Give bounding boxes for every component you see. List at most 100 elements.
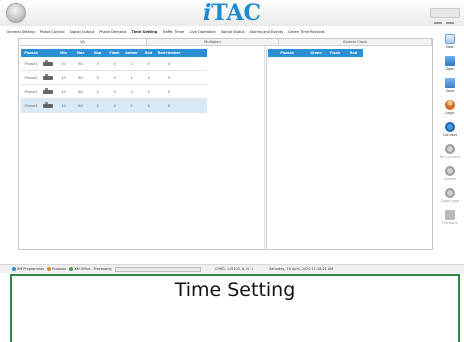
office-icon: [69, 266, 74, 271]
status-bar: XM Programmer Rudasar XM Office Processi…: [0, 264, 464, 273]
vehicle-icon: [43, 73, 53, 80]
sidebar-label: Firmware: [442, 221, 458, 225]
processing-progress-bar: [114, 266, 201, 272]
menu-item-traffic-timer[interactable]: Traffic Timer: [160, 27, 187, 37]
col-red-amber: Red+Amber: [157, 51, 181, 55]
table-row[interactable]: Phase3 10 60 3 3 3 3 0: [21, 85, 207, 99]
table-row[interactable]: Phase2 10 60 3 3 1 3 0: [21, 71, 207, 85]
pedestrian-icon: [41, 99, 55, 112]
table-row[interactable]: Phase4 10 60 3 3 2 3 0: [21, 99, 207, 113]
menu-item-signal-output[interactable]: Signal Output: [67, 27, 97, 37]
amber-cell[interactable]: 1: [123, 71, 140, 84]
min-cell[interactable]: 10: [55, 85, 72, 98]
red-cell[interactable]: 3: [140, 85, 157, 98]
sidebar-label: Open: [445, 67, 455, 71]
menu-item-time-setting[interactable]: Time Setting: [129, 27, 160, 37]
status-port: COM3, 115200, 8, N, 1: [214, 266, 254, 271]
min-cell[interactable]: 10: [55, 99, 72, 112]
max-cell[interactable]: 60: [72, 85, 89, 98]
max-cell[interactable]: 60: [72, 99, 89, 112]
red-amber-cell[interactable]: 0: [157, 85, 181, 98]
min-cell[interactable]: 10: [55, 71, 72, 84]
phase-name-cell: Phase3: [24, 90, 38, 94]
tab-multiplan[interactable]: Multiplan: [147, 39, 279, 46]
open-button[interactable]: Open: [437, 54, 463, 76]
min-cell[interactable]: 10: [55, 57, 72, 70]
save-icon: [445, 78, 455, 88]
sidebar-label: New: [446, 45, 454, 49]
action-sidebar: New Open Save Login Connect Dis Connect Update…: [437, 32, 463, 264]
amber-cell[interactable]: 3: [123, 85, 140, 98]
rcol-phases: Phases: [280, 51, 294, 55]
menu-item-phase-control[interactable]: Phase Control: [37, 27, 67, 37]
app-title-rest: TAC: [211, 0, 262, 26]
pedestrian-icon: [41, 57, 55, 70]
programmer-icon: [12, 266, 16, 271]
dis-connect-button[interactable]: Dis Connect: [437, 142, 463, 164]
minimize-icon[interactable]: [434, 22, 442, 24]
col-max: Max: [76, 51, 85, 55]
table-row[interactable]: Phase1 10 60 3 3 2 3 0: [21, 57, 207, 71]
sidebar-label: Connect: [442, 133, 458, 137]
flash-cell[interactable]: 3: [106, 85, 123, 98]
rcol-flash: Flash: [329, 51, 341, 55]
col-min: Min: [60, 51, 67, 55]
menu-item-live-operation[interactable]: Live Operation: [187, 27, 218, 37]
amber-cell[interactable]: 2: [123, 57, 140, 70]
right-table-header: Phases Green Flash Red: [268, 49, 363, 57]
red-amber-cell[interactable]: 0: [157, 71, 181, 84]
red-cell[interactable]: 3: [140, 71, 157, 84]
gap-cell[interactable]: 3: [89, 99, 106, 112]
red-amber-cell[interactable]: 0: [157, 99, 181, 112]
download-icon: [445, 188, 455, 198]
phase-name-cell: Phase4: [24, 104, 38, 108]
down-load-button[interactable]: Down load: [437, 186, 463, 208]
flash-cell[interactable]: 3: [106, 99, 123, 112]
time-setting-panel: VA Multiplan System Clock Phases Min Max…: [18, 38, 433, 251]
menu-item-general-setting[interactable]: General Setting: [4, 27, 37, 37]
caption-text: Time Setting: [174, 279, 296, 301]
amber-cell[interactable]: 2: [123, 99, 140, 112]
new-button[interactable]: New: [437, 32, 463, 54]
connect-button[interactable]: Connect: [437, 120, 463, 142]
menu-item-alarms-and-events[interactable]: Alarms and Events: [247, 27, 286, 37]
flash-cell[interactable]: 3: [106, 71, 123, 84]
tab-va[interactable]: VA: [19, 39, 147, 46]
max-cell[interactable]: 60: [72, 71, 89, 84]
gap-cell[interactable]: 3: [89, 57, 106, 70]
caption-box: Time Setting: [10, 274, 460, 342]
vehicle-icon: [43, 101, 53, 108]
disconnect-icon: [445, 144, 455, 154]
sidebar-label: Dis Connect: [439, 155, 461, 159]
window-controls[interactable]: [430, 8, 460, 24]
red-amber-cell[interactable]: 0: [157, 57, 181, 70]
status-programmer: XM Programmer: [12, 265, 44, 274]
col-amber: Amber: [125, 51, 138, 55]
flash-cell[interactable]: 3: [106, 57, 123, 70]
red-cell[interactable]: 3: [140, 99, 157, 112]
gap-cell[interactable]: 3: [89, 71, 106, 84]
menu-item-signal-status[interactable]: Signal Status: [218, 27, 247, 37]
rcol-green: Green: [310, 51, 322, 55]
phase-name-cell: Phase1: [24, 62, 38, 66]
maximize-icon[interactable]: [446, 22, 454, 24]
menu-item-phase-demand[interactable]: Phase Demand: [97, 27, 129, 37]
col-icon: [41, 49, 55, 57]
red-cell[interactable]: 3: [140, 57, 157, 70]
phase-table-header: Phases Min Max Gap Flash Amber Red Red+A…: [21, 49, 207, 57]
col-phases: Phases: [24, 51, 38, 55]
status-office-text: XM Office: [74, 266, 91, 271]
menu-item-green-time-records[interactable]: Green Time Records: [286, 27, 327, 37]
update-icon: [445, 166, 455, 176]
tab-system-clock[interactable]: System Clock: [279, 39, 432, 46]
login-user-icon: [445, 100, 455, 110]
new-file-icon: [445, 34, 455, 44]
max-cell[interactable]: 60: [72, 57, 89, 70]
open-folder-icon: [445, 56, 455, 66]
gap-cell[interactable]: 3: [89, 85, 106, 98]
save-button[interactable]: Save: [437, 76, 463, 98]
firmware-button[interactable]: Firmware: [437, 208, 463, 230]
menu-bar: General Setting Phase Control Signal Outpu…: [0, 27, 464, 37]
login-button[interactable]: Login: [437, 98, 463, 120]
update-button[interactable]: Update: [437, 164, 463, 186]
